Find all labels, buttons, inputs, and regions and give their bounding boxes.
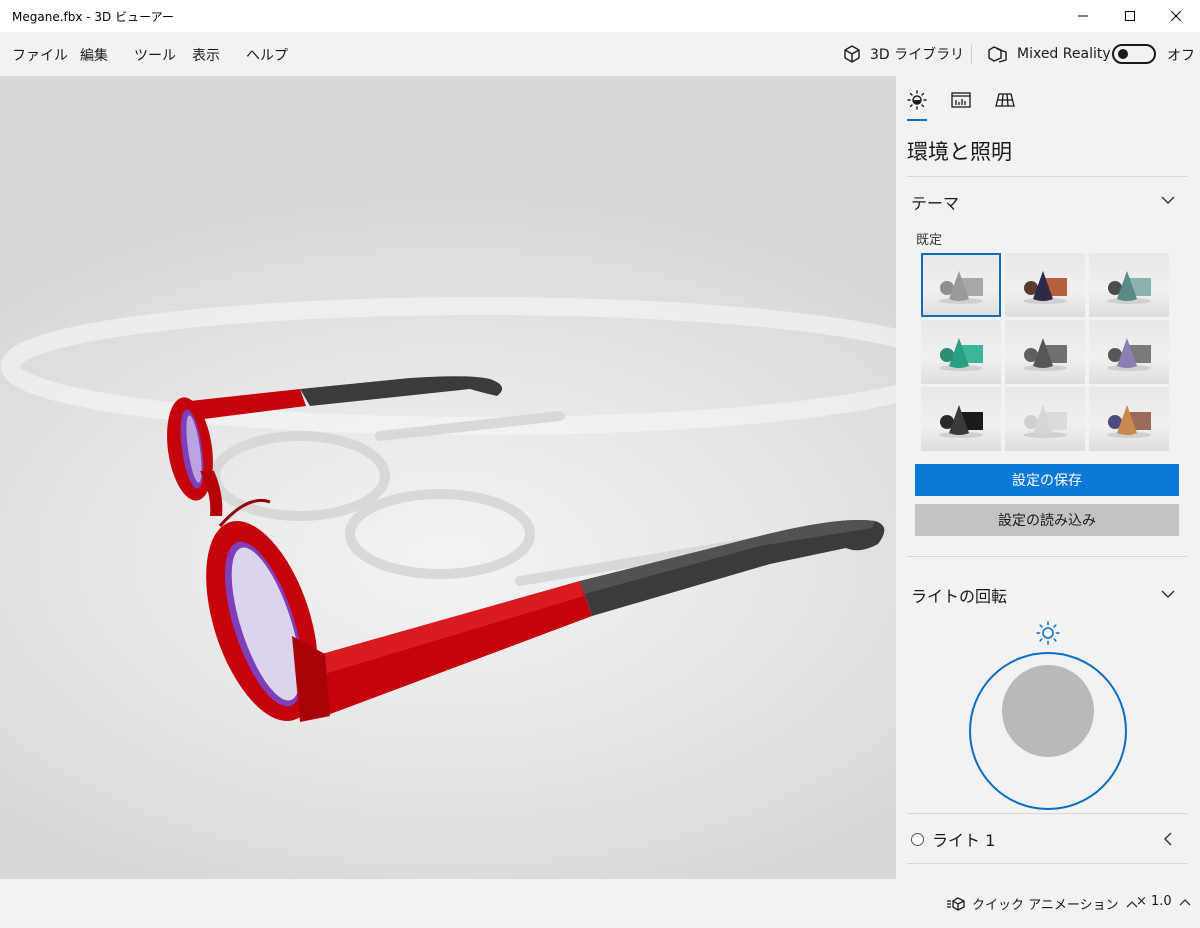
theme-preview-shapes xyxy=(1023,271,1067,304)
tab-stats[interactable] xyxy=(949,88,973,112)
theme-preview-shapes xyxy=(1107,405,1151,438)
theme-preview-shapes xyxy=(939,271,983,304)
theme-preview-shapes xyxy=(1107,338,1151,371)
panel-divider xyxy=(907,556,1187,557)
light-rotation-header[interactable]: ライトの回転 xyxy=(911,583,1007,607)
close-button[interactable] xyxy=(1153,0,1199,32)
panel-divider xyxy=(907,863,1187,864)
mixed-reality-label: Mixed Reality xyxy=(1017,46,1111,62)
chevron-up-icon xyxy=(1179,898,1191,905)
theme-option[interactable] xyxy=(1089,320,1169,384)
theme-option[interactable] xyxy=(921,387,1001,451)
theme-option[interactable] xyxy=(1005,320,1085,384)
theme-option[interactable] xyxy=(1005,253,1085,317)
theme-option[interactable] xyxy=(1005,387,1085,451)
tab-environment[interactable] xyxy=(905,88,929,112)
minimize-button[interactable] xyxy=(1060,0,1106,32)
panel-title: 環境と照明 xyxy=(907,140,1012,164)
glasses-model xyxy=(1,297,896,722)
floor-ring xyxy=(1,297,896,435)
theme-preview-shapes xyxy=(939,405,983,438)
panel-divider xyxy=(907,813,1187,814)
chevron-down-icon[interactable] xyxy=(1160,194,1176,206)
menu-file[interactable]: ファイル xyxy=(12,45,68,65)
glasses-shadow xyxy=(210,411,765,586)
tab-grid[interactable] xyxy=(993,88,1017,112)
maximize-icon xyxy=(1125,11,1135,21)
front-temple xyxy=(315,520,885,716)
light-preview-sphere xyxy=(1002,665,1094,757)
status-bar: クイック アニメーション × 1.0 xyxy=(0,879,1200,928)
theme-option[interactable] xyxy=(1089,387,1169,451)
minimize-icon xyxy=(1078,15,1088,17)
window-title: Megane.fbx - 3D ビューアー xyxy=(12,10,174,24)
maximize-button[interactable] xyxy=(1107,0,1153,32)
3d-viewport[interactable] xyxy=(0,76,896,879)
menu-tools[interactable]: ツール xyxy=(134,45,176,65)
theme-option[interactable] xyxy=(1089,253,1169,317)
title-bar: Megane.fbx - 3D ビューアー xyxy=(0,0,1200,32)
theme-preview-shapes xyxy=(1023,338,1067,371)
theme-preview-shapes xyxy=(939,338,983,371)
back-temple xyxy=(190,376,503,420)
menu-bar: ファイル 編集 ツール 表示 ヘルプ 3D ライブラリ Mixed Realit… xyxy=(0,32,1200,76)
mixed-reality-toggle[interactable] xyxy=(1112,44,1156,64)
environment-panel: 環境と照明 テーマ 既定 設定の保存 設定の読み込み ライトの回転 ライト 1 xyxy=(896,76,1200,879)
light-1-item[interactable]: ライト 1 xyxy=(911,827,995,851)
playback-speed-label: × 1.0 xyxy=(1136,894,1172,909)
animation-icon xyxy=(947,896,965,911)
theme-option[interactable] xyxy=(921,320,1001,384)
3d-library-button[interactable]: 3D ライブラリ xyxy=(842,42,964,66)
mixed-reality-button[interactable]: Mixed Reality xyxy=(987,42,1111,66)
mixed-reality-icon xyxy=(988,46,1007,63)
chevron-down-icon[interactable] xyxy=(1160,588,1176,600)
active-tab-indicator xyxy=(907,119,927,121)
grid-icon xyxy=(995,93,1015,107)
menu-help[interactable]: ヘルプ xyxy=(246,45,288,65)
panel-divider xyxy=(907,176,1187,177)
quick-animation-label: クイック アニメーション xyxy=(972,898,1119,913)
light-rotation-dial[interactable] xyxy=(968,621,1128,811)
toolbar-separator xyxy=(971,44,972,64)
theme-section-header[interactable]: テーマ xyxy=(911,190,959,214)
cube-icon xyxy=(844,45,860,63)
sun-icon xyxy=(907,90,927,110)
playback-speed-button[interactable]: × 1.0 xyxy=(1136,894,1192,909)
3d-library-label: 3D ライブラリ xyxy=(870,47,965,63)
close-icon xyxy=(1170,10,1182,22)
light-1-label: ライト 1 xyxy=(932,831,996,850)
menu-edit[interactable]: 編集 xyxy=(80,45,108,65)
quick-animation-button[interactable]: クイック アニメーション xyxy=(946,894,1139,913)
theme-preview-shapes xyxy=(1107,271,1151,304)
default-themes-label: 既定 xyxy=(916,233,943,248)
theme-preview-shapes xyxy=(1023,405,1067,438)
chevron-left-icon[interactable] xyxy=(1162,831,1174,847)
stats-icon xyxy=(951,92,971,108)
mixed-reality-state: オフ xyxy=(1167,48,1195,64)
load-settings-button[interactable]: 設定の読み込み xyxy=(915,504,1179,536)
toggle-knob xyxy=(1118,49,1128,59)
save-settings-button[interactable]: 設定の保存 xyxy=(915,464,1179,496)
light-1-radio[interactable] xyxy=(911,832,924,846)
theme-option[interactable] xyxy=(921,253,1001,317)
menu-view[interactable]: 表示 xyxy=(192,45,220,65)
